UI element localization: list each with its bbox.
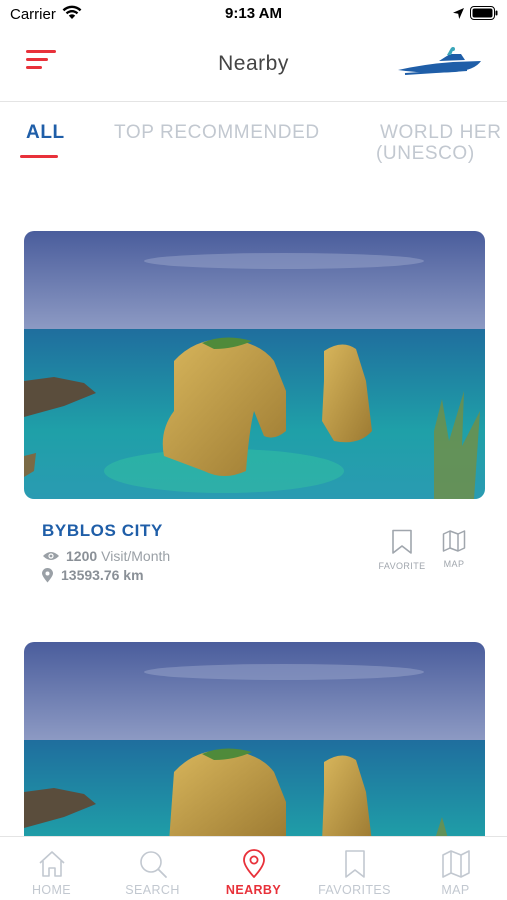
place-card[interactable] xyxy=(24,642,485,842)
location-pin-small-icon xyxy=(42,567,53,582)
place-image[interactable] xyxy=(24,642,485,842)
map-label: MAP xyxy=(443,559,465,569)
map-icon xyxy=(442,530,466,552)
location-arrow-icon xyxy=(453,8,464,19)
favorite-button[interactable]: FAVORITE xyxy=(370,529,434,571)
status-time: 9:13 AM xyxy=(225,5,282,22)
map-icon xyxy=(441,850,470,878)
place-title[interactable]: BYBLOS CITY xyxy=(42,521,163,541)
bottom-tab-map-label: MAP xyxy=(441,883,470,897)
bottom-tab-nearby[interactable]: NEARBY xyxy=(203,849,304,897)
active-tab-indicator xyxy=(20,155,58,158)
battery-icon xyxy=(470,6,498,20)
tab-world-heritage-line1: WORLD HER xyxy=(380,122,502,143)
location-pin-icon xyxy=(242,849,265,878)
boat-logo xyxy=(398,47,481,75)
tab-top-recommended[interactable]: TOP RECOMMENDED xyxy=(114,122,320,143)
map-button[interactable]: MAP xyxy=(436,529,472,569)
bottom-tab-map[interactable]: MAP xyxy=(405,849,506,897)
bottom-tab-favorites-label: FAVORITES xyxy=(318,883,391,897)
status-bar: Carrier 9:13 AM xyxy=(0,0,507,30)
bottom-tab-favorites[interactable]: FAVORITES xyxy=(304,849,405,897)
eye-icon xyxy=(43,552,59,560)
visits-count: 1200 xyxy=(66,548,98,564)
bottom-tab-bar: HOME SEARCH NEARBY FAVORITES MAP xyxy=(0,836,507,900)
tab-world-heritage-line2: (UNESCO) xyxy=(376,143,475,164)
bookmark-icon xyxy=(392,529,412,554)
tab-world-heritage[interactable]: WORLD HER (UNESCO) xyxy=(376,122,502,164)
bottom-tab-search-label: SEARCH xyxy=(125,883,180,897)
bookmark-icon xyxy=(344,850,365,878)
bottom-tab-home[interactable]: HOME xyxy=(1,849,102,897)
search-icon xyxy=(139,851,167,878)
navigation-bar: Nearby xyxy=(0,30,507,102)
visits-unit: Visit/Month xyxy=(101,548,171,564)
favorite-label: FAVORITE xyxy=(378,561,426,571)
visits-info: 1200 Visit/Month xyxy=(42,548,170,564)
place-card[interactable]: BYBLOS CITY 1200 Visit/Month 13593.76 km… xyxy=(24,231,485,583)
home-icon xyxy=(38,851,65,877)
distance-info: 13593.76 km xyxy=(42,567,144,583)
bottom-tab-nearby-label: NEARBY xyxy=(225,883,282,897)
distance-value: 13593.76 km xyxy=(61,567,144,583)
category-tabs: ALL TOP RECOMMENDED WORLD HER (UNESCO) xyxy=(0,104,507,174)
bottom-tab-home-label: HOME xyxy=(31,883,72,897)
bottom-tab-search[interactable]: SEARCH xyxy=(102,849,203,897)
place-image[interactable] xyxy=(24,231,485,499)
tab-all[interactable]: ALL xyxy=(26,122,65,143)
